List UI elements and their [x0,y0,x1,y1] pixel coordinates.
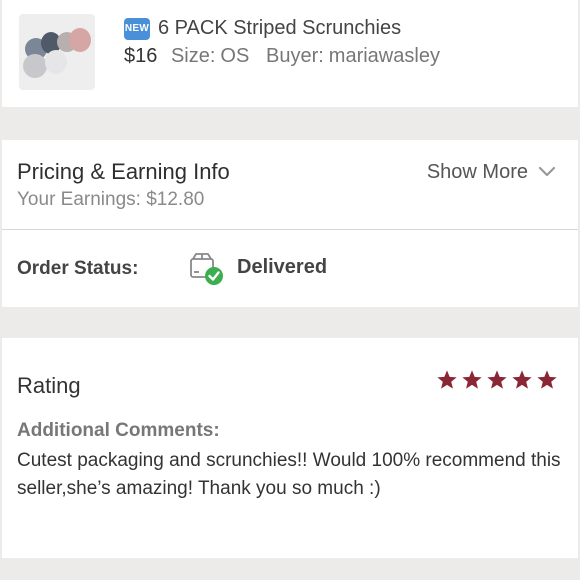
comments-label: Additional Comments: [17,420,220,441]
new-badge: NEW [124,18,150,40]
show-more-button[interactable]: Show More [427,161,528,184]
star-icon [487,370,507,389]
earnings-label: Your Earnings: [17,189,141,210]
order-status-label: Order Status: [17,258,139,279]
product-thumbnail[interactable] [19,14,95,90]
rating-stars [436,369,558,391]
rating-label: Rating [17,373,81,398]
listing-price: $16 [124,45,158,67]
buyer-value[interactable]: mariawasley [329,45,440,67]
buyer-label: Buyer: [265,45,324,67]
earnings-value: $12.80 [146,189,205,210]
size-value: OS [220,45,250,67]
star-icon [462,370,482,389]
listing-summary[interactable]: NEW 6 PACK Striped Scrunchies $16 Size: O… [2,0,578,107]
size-label: Size: [170,45,216,67]
review-comment: Cutest packaging and scrunchies!! Would … [17,450,561,499]
chevron-down-icon[interactable] [538,166,556,178]
pricing-section: Pricing & Earning Info Your Earnings: $1… [2,140,578,230]
listing-meta: $16 Size: OS Buyer: mariawasley [124,45,440,68]
package-delivered-icon [190,253,223,285]
order-status-value: Delivered [237,256,328,278]
section-divider [0,558,580,580]
section-divider [0,307,580,338]
section-divider [0,107,580,140]
star-icon [512,370,532,389]
star-icon [437,370,457,389]
earnings-line: Your Earnings: $12.80 [17,189,204,211]
order-status-section: Order Status: Delivered [2,230,578,307]
listing-title[interactable]: 6 PACK Striped Scrunchies [158,17,401,40]
review-section: Rating Additional Comments: Cutest packa… [2,338,578,558]
pricing-title: Pricing & Earning Info [17,159,230,184]
star-icon [537,370,557,389]
